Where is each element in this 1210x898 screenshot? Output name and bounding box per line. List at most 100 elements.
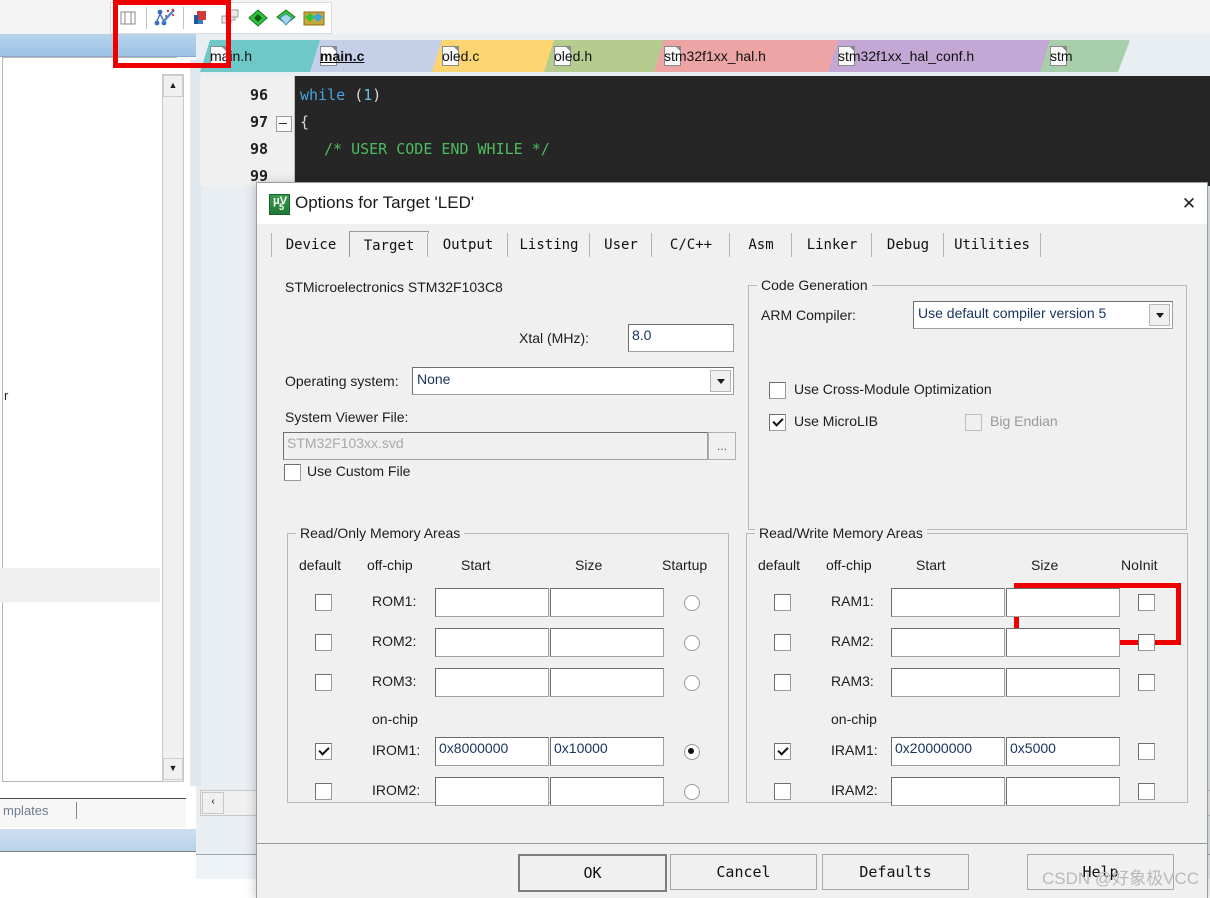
rom1-size-input[interactable]: [550, 588, 664, 617]
irom1-default-checkbox[interactable]: [315, 743, 332, 760]
rom2-label: ROM2:: [372, 633, 417, 649]
dialog-tab-asm[interactable]: Asm: [729, 233, 793, 257]
defaults-button[interactable]: Defaults: [822, 854, 969, 890]
file-tab-stm32f1xx-hal-h[interactable]: stm32f1xx_hal.h: [654, 40, 846, 72]
ram2-size-input[interactable]: [1006, 628, 1120, 657]
dialog-tab-device[interactable]: Device: [271, 233, 351, 257]
rom1-start-input[interactable]: [435, 588, 549, 617]
file-tab-stm32f1xx-hal-conf-h[interactable]: stm32f1xx_hal_conf.h: [828, 40, 1058, 72]
dialog-tab-output[interactable]: Output: [427, 233, 509, 257]
file-tab-oled-h[interactable]: oled.h: [544, 40, 672, 72]
iram1-default-checkbox[interactable]: [774, 743, 791, 760]
iram2-noinit-checkbox[interactable]: [1138, 783, 1155, 800]
file-tab-stm[interactable]: stm: [1040, 40, 1130, 72]
cancel-button[interactable]: Cancel: [670, 854, 817, 890]
fold-collapse-icon[interactable]: [276, 116, 292, 132]
ram2-noinit-checkbox[interactable]: [1138, 634, 1155, 651]
rom2-default-checkbox[interactable]: [315, 634, 332, 651]
irom2-start-input[interactable]: [435, 777, 549, 806]
code-token: while: [300, 86, 346, 104]
chevron-down-icon[interactable]: [1149, 304, 1170, 326]
scroll-left-icon[interactable]: ‹: [202, 792, 224, 814]
rw-header-offchip: off-chip: [826, 557, 872, 573]
ram1-default-checkbox[interactable]: [774, 594, 791, 611]
dialog-tab-label: Device: [285, 237, 337, 253]
dialog-tab-c-c[interactable]: C/C++: [651, 233, 731, 257]
left-panel-row-highlight: [0, 568, 160, 602]
iram1-label: IRAM1:: [831, 742, 878, 758]
text-caret: [76, 802, 77, 819]
scroll-down-icon[interactable]: ▼: [163, 758, 183, 780]
ram3-default-checkbox[interactable]: [774, 674, 791, 691]
dialog-title: Options for Target 'LED': [295, 193, 475, 212]
ram3-size-input[interactable]: [1006, 668, 1120, 697]
use-custom-file-checkbox[interactable]: [284, 464, 301, 481]
iram1-size-input[interactable]: 0x5000: [1006, 737, 1120, 766]
dialog-tab-user[interactable]: User: [589, 233, 653, 257]
iram1-start-input[interactable]: 0x20000000: [891, 737, 1005, 766]
operating-system-select[interactable]: None: [412, 367, 734, 395]
rom3-start-input[interactable]: [435, 668, 549, 697]
rom1-default-checkbox[interactable]: [315, 594, 332, 611]
arm-compiler-select[interactable]: Use default compiler version 5: [913, 301, 1173, 329]
iram2-default-checkbox[interactable]: [774, 783, 791, 800]
file-tab-main-c[interactable]: main.c: [310, 40, 450, 72]
cross-module-optimization-checkbox[interactable]: [769, 382, 786, 399]
target-options-icon[interactable]: [245, 5, 271, 31]
ro-header-start: Start: [461, 557, 491, 573]
ram1-noinit-checkbox[interactable]: [1138, 594, 1155, 611]
big-endian-checkbox: [965, 414, 982, 431]
dialog-tab-listing[interactable]: Listing: [507, 233, 591, 257]
xtal-value: 8.0: [632, 327, 652, 343]
rom2-startup-radio[interactable]: [684, 635, 700, 651]
chevron-down-icon[interactable]: [710, 370, 731, 392]
rom3-label: ROM3:: [372, 673, 417, 689]
iram1-size-value: 0x5000: [1010, 740, 1056, 756]
rom1-startup-radio[interactable]: [684, 595, 700, 611]
irom1-size-input[interactable]: 0x10000: [550, 737, 664, 766]
rom2-start-input[interactable]: [435, 628, 549, 657]
rom3-default-checkbox[interactable]: [315, 674, 332, 691]
manage-components-icon[interactable]: [273, 5, 299, 31]
irom1-start-input[interactable]: 0x8000000: [435, 737, 549, 766]
dialog-tab-target[interactable]: Target: [349, 231, 429, 259]
file-tab-oled-c[interactable]: oled.c: [432, 40, 562, 72]
ro-onchip-label: on-chip: [372, 711, 418, 727]
ram2-start-input[interactable]: [891, 628, 1005, 657]
xtal-label: Xtal (MHz):: [519, 330, 589, 346]
scroll-up-icon[interactable]: ▲: [163, 75, 183, 97]
ram3-start-input[interactable]: [891, 668, 1005, 697]
irom2-size-input[interactable]: [550, 777, 664, 806]
line-number: 96: [249, 86, 268, 104]
iram2-start-input[interactable]: [891, 777, 1005, 806]
ram2-default-checkbox[interactable]: [774, 634, 791, 651]
iram2-size-input[interactable]: [1006, 777, 1120, 806]
system-viewer-input: STM32F103xx.svd: [283, 432, 708, 460]
ram1-label: RAM1:: [831, 593, 874, 609]
browse-system-viewer-button[interactable]: ...: [708, 432, 736, 460]
multi-project-icon[interactable]: [301, 5, 327, 31]
file-tab-label: main.c: [320, 48, 365, 64]
dialog-tab-label: User: [604, 237, 638, 253]
xtal-input[interactable]: 8.0: [628, 324, 734, 352]
rom3-size-input[interactable]: [550, 668, 664, 697]
iram1-noinit-checkbox[interactable]: [1138, 743, 1155, 760]
rom3-startup-radio[interactable]: [684, 675, 700, 691]
operating-system-label: Operating system:: [285, 373, 399, 389]
dialog-close-icon[interactable]: ✕: [1177, 192, 1201, 216]
rom2-size-input[interactable]: [550, 628, 664, 657]
irom2-default-checkbox[interactable]: [315, 783, 332, 800]
ram1-size-input[interactable]: [1006, 588, 1120, 617]
ram3-noinit-checkbox[interactable]: [1138, 674, 1155, 691]
file-tab-label: stm: [1050, 48, 1073, 64]
use-microlib-checkbox[interactable]: [769, 414, 786, 431]
ram1-start-input[interactable]: [891, 588, 1005, 617]
dialog-tab-utilities[interactable]: Utilities: [943, 233, 1041, 257]
irom1-startup-radio[interactable]: [684, 744, 700, 760]
ok-button[interactable]: OK: [518, 854, 667, 892]
dialog-tab-debug[interactable]: Debug: [871, 233, 945, 257]
dialog-tab-linker[interactable]: Linker: [791, 233, 873, 257]
left-panel-scrollbar[interactable]: [162, 74, 184, 782]
irom2-startup-radio[interactable]: [684, 784, 700, 800]
dialog-tab-selected-mask: [350, 256, 426, 259]
